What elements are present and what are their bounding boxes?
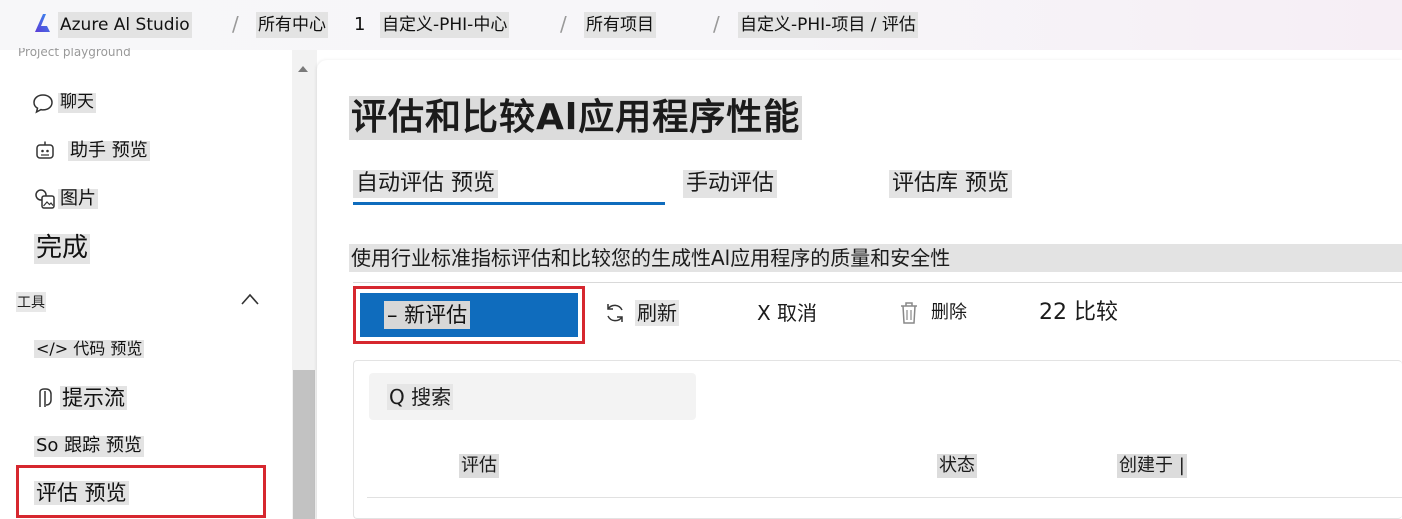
prompt-flow-icon [39,388,52,408]
refresh-icon [607,304,623,322]
header-divider [367,497,1402,498]
search-placeholder: Q 搜索 [387,383,454,410]
breadcrumb-hub-index: 1 [354,14,366,35]
breadcrumb-projects-all[interactable]: 所有项目 [584,12,656,38]
scroll-up-arrow-icon[interactable] [298,66,308,72]
column-header-created[interactable]: 创建于 | [1117,454,1187,478]
sidebar-item-label: 聊天 [58,92,96,113]
column-header-evaluation[interactable]: 评估 [459,454,499,478]
sidebar-item-completions[interactable]: 完成 [34,233,91,264]
sidebar-cut-label: Project playground [18,48,131,59]
sidebar-item-label: 图片 [58,187,98,210]
page-description: 使用行业标准指标评估和比较您的生成性Al应用程序的质量和安全性 [349,244,1402,272]
sidebar-item-chat[interactable]: 聊天 [32,92,96,114]
scrollbar-thumb[interactable] [293,370,315,519]
compare-label: 22 比较 [1039,300,1118,325]
tab-manual-evaluation[interactable]: 手动评估 [683,170,778,198]
delete-label: 删除 [931,302,967,323]
search-input[interactable]: Q 搜索 [369,373,696,420]
breadcrumb-separator: / [713,12,720,36]
cancel-label: X 取消 [757,301,818,325]
sidebar-item-label: 完成 [34,233,91,264]
top-bar: Azure Al Studio / 所有中心 1 自定义-PHI-中心 / 所有… [0,0,1402,50]
breadcrumb-project-path[interactable]: 自定义-PHI-项目 / 评估 [738,12,918,38]
sidebar-item-images[interactable]: 图片 [34,188,98,210]
sidebar-item-label: 提示流 [60,386,127,411]
sidebar-item-label: 评估 预览 [34,481,129,506]
bot-icon [36,141,54,159]
cancel-button[interactable]: X 取消 [757,300,817,326]
sidebar-item-assistant[interactable]: 助手 预览 [34,140,150,162]
tab-automated-evaluation[interactable]: 自动评估 预览 [353,170,498,198]
chat-bubble-icon [33,94,53,114]
sidebar-item-evaluation[interactable]: 评估 预览 [34,481,129,506]
sidebar: Project playground 聊天 助手 预览 图片 完成 工具 </>… [0,48,292,519]
main-panel: 评估和比较Al应用程序性能 自动评估 预览 手动评估 评估库 预览 使用行业标准… [317,60,1402,519]
sidebar-item-prompt-flow[interactable]: 提示流 [34,386,127,411]
new-evaluation-button[interactable]: – 新评估 [353,286,585,344]
compare-button[interactable]: 22 比较 [1039,300,1118,326]
azure-ai-studio-logo-icon [35,14,50,32]
sidebar-item-label: </> 代码 预览 [34,339,145,359]
trash-icon [901,302,917,324]
sidebar-item-code[interactable]: </> 代码 预览 [34,339,145,359]
breadcrumb-app[interactable]: Azure Al Studio [58,12,192,38]
image-icon [35,189,55,209]
sidebar-section-tools: 工具 [16,292,46,312]
breadcrumb-separator: / [560,12,567,36]
new-evaluation-button-fill: – 新评估 [360,293,578,337]
breadcrumb-hub-name[interactable]: 自定义-PHI-中心 [380,12,510,38]
breadcrumb-hub-all[interactable]: 所有中心 [256,12,328,38]
sidebar-item-label: 助手 预览 [68,139,150,162]
delete-button[interactable]: 删除 [899,300,967,326]
new-evaluation-label: – 新评估 [384,301,471,329]
refresh-label: 刷新 [635,300,679,326]
refresh-button[interactable]: 刷新 [603,300,679,326]
breadcrumb-separator: / [232,12,239,36]
column-header-status[interactable]: 状态 [937,454,977,478]
active-tab-indicator [353,202,665,205]
tab-evaluator-library[interactable]: 评估库 预览 [889,170,1012,198]
sidebar-item-label: So 跟踪 预览 [34,435,144,457]
divider [353,282,1402,283]
page-title: 评估和比较Al应用程序性能 [349,96,803,140]
sidebar-item-tracing[interactable]: So 跟踪 预览 [34,435,144,457]
chevron-up-icon[interactable] [240,292,260,306]
